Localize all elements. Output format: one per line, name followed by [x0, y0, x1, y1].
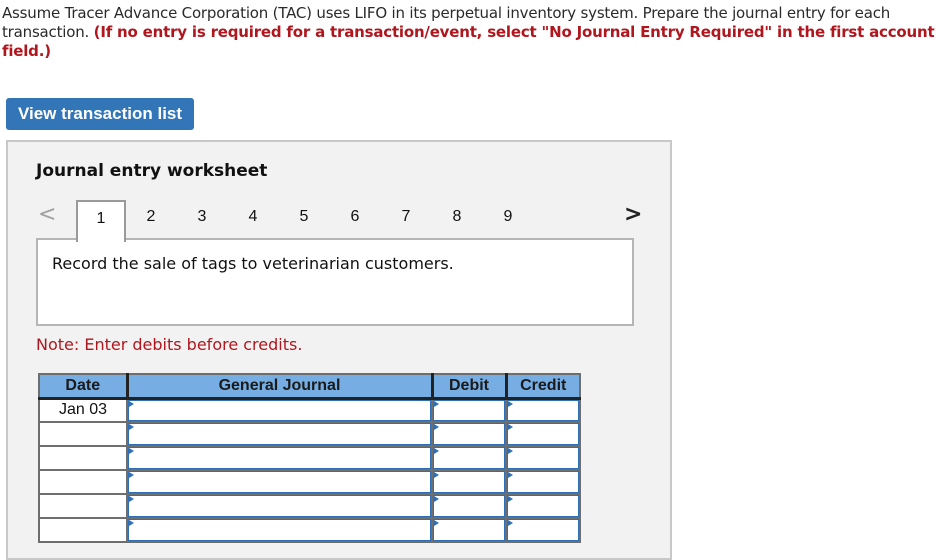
- journal-table: Date General Journal Debit Credit Jan 03: [38, 373, 581, 543]
- account-input[interactable]: [129, 400, 430, 420]
- account-input-wrapper: [128, 495, 431, 517]
- credit-input[interactable]: [508, 400, 578, 420]
- account-input-wrapper: [128, 447, 431, 469]
- account-input[interactable]: [129, 472, 430, 492]
- account-input-wrapper: [128, 423, 431, 445]
- credit-input[interactable]: [508, 496, 578, 516]
- chevron-left-icon[interactable]: <: [38, 202, 56, 227]
- account-input-wrapper: [128, 519, 431, 541]
- account-input[interactable]: [129, 424, 430, 444]
- account-input[interactable]: [129, 520, 430, 540]
- journal-entry-worksheet-panel: Journal entry worksheet < 1 2 3 4 5 6 7 …: [6, 140, 672, 560]
- transaction-description-box: Record the sale of tags to veterinarian …: [36, 238, 634, 326]
- table-row: Jan 03: [38, 397, 581, 423]
- credit-input-wrapper: [507, 471, 579, 493]
- credit-input-wrapper: [507, 495, 579, 517]
- account-input-wrapper: [128, 399, 431, 421]
- debit-cell: [431, 445, 507, 471]
- debit-input[interactable]: [434, 424, 504, 444]
- tab-8[interactable]: 8: [432, 200, 482, 240]
- credit-input[interactable]: [508, 472, 578, 492]
- date-cell: Jan 03: [38, 397, 128, 423]
- credit-cell: [505, 493, 581, 519]
- credit-input[interactable]: [508, 424, 578, 444]
- table-row: [38, 421, 581, 447]
- table-header-row: Date General Journal Debit Credit: [38, 373, 581, 400]
- debit-cell: [431, 421, 507, 447]
- date-cell: [38, 517, 128, 543]
- view-transaction-list-button[interactable]: View transaction list: [6, 98, 194, 130]
- tab-1[interactable]: 1: [76, 200, 126, 242]
- chevron-right-icon[interactable]: >: [624, 202, 642, 227]
- account-cell: [126, 469, 433, 495]
- note-text: Note: Enter debits before credits.: [36, 335, 303, 354]
- debit-input-wrapper: [433, 519, 505, 541]
- credit-cell: [505, 517, 581, 543]
- account-cell: [126, 517, 433, 543]
- tab-5[interactable]: 5: [279, 200, 329, 240]
- debit-input-wrapper: [433, 471, 505, 493]
- table-row: [38, 517, 581, 543]
- instructions-emphasis: (If no entry is required for a transacti…: [2, 23, 935, 60]
- account-cell: [126, 397, 433, 423]
- header-general-journal: General Journal: [126, 373, 434, 400]
- account-input[interactable]: [129, 496, 430, 516]
- worksheet-title: Journal entry worksheet: [36, 161, 268, 181]
- tab-6[interactable]: 6: [330, 200, 380, 240]
- table-row: [38, 493, 581, 519]
- account-input-wrapper: [128, 471, 431, 493]
- credit-input-wrapper: [507, 423, 579, 445]
- date-cell: [38, 469, 128, 495]
- debit-input-wrapper: [433, 399, 505, 421]
- debit-input-wrapper: [433, 495, 505, 517]
- tab-4[interactable]: 4: [228, 200, 278, 240]
- instructions: Assume Tracer Advance Corporation (TAC) …: [2, 4, 942, 61]
- tab-2[interactable]: 2: [126, 200, 176, 240]
- credit-cell: [505, 469, 581, 495]
- debit-input[interactable]: [434, 520, 504, 540]
- credit-cell: [505, 397, 581, 423]
- debit-input[interactable]: [434, 496, 504, 516]
- debit-input-wrapper: [433, 447, 505, 469]
- header-credit: Credit: [505, 373, 581, 400]
- credit-input-wrapper: [507, 519, 579, 541]
- header-debit: Debit: [431, 373, 508, 400]
- account-cell: [126, 445, 433, 471]
- transaction-description: Record the sale of tags to veterinarian …: [52, 254, 454, 273]
- date-cell: [38, 493, 128, 519]
- debit-input[interactable]: [434, 400, 504, 420]
- credit-cell: [505, 445, 581, 471]
- debit-cell: [431, 469, 507, 495]
- debit-input[interactable]: [434, 472, 504, 492]
- credit-input[interactable]: [508, 448, 578, 468]
- table-row: [38, 445, 581, 471]
- header-date: Date: [38, 373, 129, 400]
- table-row: [38, 469, 581, 495]
- account-cell: [126, 421, 433, 447]
- debit-input-wrapper: [433, 423, 505, 445]
- debit-cell: [431, 397, 507, 423]
- debit-cell: [431, 493, 507, 519]
- credit-input[interactable]: [508, 520, 578, 540]
- account-cell: [126, 493, 433, 519]
- date-cell: [38, 445, 128, 471]
- tab-7[interactable]: 7: [381, 200, 431, 240]
- date-cell: [38, 421, 128, 447]
- credit-input-wrapper: [507, 399, 579, 421]
- debit-input[interactable]: [434, 448, 504, 468]
- tab-9[interactable]: 9: [483, 200, 533, 240]
- account-input[interactable]: [129, 448, 430, 468]
- credit-input-wrapper: [507, 447, 579, 469]
- tab-3[interactable]: 3: [177, 200, 227, 240]
- credit-cell: [505, 421, 581, 447]
- debit-cell: [431, 517, 507, 543]
